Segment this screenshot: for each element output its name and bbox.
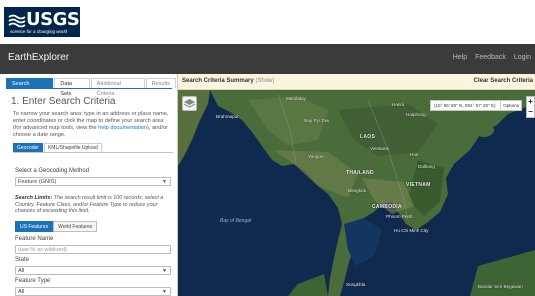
intro-text: To narrow your search area: type in an a… xyxy=(13,111,173,139)
map-view[interactable]: Mandalay Hanoi Haiphong Nay Pyi Taw Brah… xyxy=(178,90,535,296)
chevron-down-icon: ▼ xyxy=(162,179,167,185)
feature-scope-buttons: US Features World Features xyxy=(15,221,98,232)
feedback-link[interactable]: Feedback xyxy=(475,54,506,61)
zoom-control: + − xyxy=(526,96,535,118)
map-label-phnom-penh: Phnom Penh xyxy=(386,214,413,219)
map-label-brahmapur: Brahmapur xyxy=(216,114,239,119)
map-imagery[interactable] xyxy=(178,90,535,296)
coordinates-value: (15° 55' 80" N, 091° 57' 20" E) xyxy=(434,103,496,108)
feature-type-label: Feature Type xyxy=(15,278,51,284)
help-documentation-link[interactable]: help documentation xyxy=(98,125,147,131)
usgs-wave-icon xyxy=(8,14,26,28)
tab-underline xyxy=(6,88,172,89)
map-label-hue: Hue xyxy=(410,152,419,157)
map-options-button[interactable]: Options xyxy=(500,101,519,111)
map-label-dalkang: Dalkang xyxy=(418,164,435,169)
map-label-vientiane: Vientiane xyxy=(370,146,390,151)
geocoding-method-label: Select a Geocoding Method xyxy=(15,168,90,174)
map-label-hanoi: Hanoi xyxy=(392,102,405,107)
search-panel: Search Criteria Data Sets Additional Cri… xyxy=(0,74,178,296)
state-select[interactable]: All ▼ xyxy=(15,266,171,275)
top-links: Help Feedback Login xyxy=(453,54,531,61)
login-link[interactable]: Login xyxy=(514,54,531,61)
usgs-name: USGS xyxy=(26,9,80,30)
usgs-logo[interactable]: USGS science for a changing world xyxy=(4,7,80,37)
tab-data-sets[interactable]: Data Sets xyxy=(54,78,90,97)
map-label-yangon: Yangon xyxy=(308,154,324,159)
map-label-ho-chi-minh-city: Ho Chi Minh City xyxy=(394,228,429,233)
search-limits: Search Limits: The search result limit i… xyxy=(15,195,173,215)
map-label-bandar-seri-begawan: Bandar Seri Begawan xyxy=(478,284,523,289)
map-label-haiphong: Haiphong xyxy=(406,112,426,117)
summary-show-link[interactable]: (Show) xyxy=(255,78,274,84)
feature-name-input[interactable]: (use % as wildcard) xyxy=(15,245,171,254)
coordinates-readout: (15° 55' 80" N, 091° 57' 20" E) Options xyxy=(430,100,522,111)
world-features-button[interactable]: World Features xyxy=(53,221,98,232)
map-label-laos: LAOS xyxy=(360,134,376,140)
tab-geocoder[interactable]: Geocoder xyxy=(13,143,43,152)
layers-icon xyxy=(183,99,196,108)
geocoder-tabs: Geocoder KML/Shapefile Upload xyxy=(13,143,103,152)
map-label-mandalay: Mandalay xyxy=(286,96,306,101)
step-title: 1. Enter Search Criteria xyxy=(11,96,116,107)
tab-results[interactable]: Results xyxy=(145,78,176,88)
clear-search-criteria-button[interactable]: Clear Search Criteria xyxy=(474,78,533,84)
summary-title-text: Search Criteria Summary xyxy=(182,78,254,84)
map-label-songkhla: Songkhla xyxy=(346,282,366,287)
app-bar: EarthExplorer Help Feedback Login xyxy=(0,44,535,74)
usgs-tagline: science for a changing world xyxy=(10,29,68,34)
help-link[interactable]: Help xyxy=(453,54,467,61)
feature-type-value: All xyxy=(18,289,25,295)
zoom-in-button[interactable]: + xyxy=(527,97,534,107)
map-label-bangkok: Bangkok xyxy=(348,188,366,193)
chevron-down-icon: ▼ xyxy=(162,268,167,274)
state-value: All xyxy=(18,268,25,274)
layers-button[interactable] xyxy=(182,96,197,111)
chevron-down-icon: ▼ xyxy=(162,289,167,295)
feature-type-select[interactable]: All ▼ xyxy=(15,287,171,296)
map-label-nay-pyi-taw: Nay Pyi Taw xyxy=(304,118,330,123)
geocoding-method-value: Feature (GNIS) xyxy=(18,179,57,185)
map-label-vietnam: VIETNAM xyxy=(406,182,431,188)
zoom-out-button[interactable]: − xyxy=(527,107,534,117)
geocoding-method-select[interactable]: Feature (GNIS) ▼ xyxy=(15,177,171,186)
tab-search-criteria[interactable]: Search Criteria xyxy=(6,78,54,97)
tab-kml-upload[interactable]: KML/Shapefile Upload xyxy=(43,143,102,152)
us-features-button[interactable]: US Features xyxy=(15,221,54,232)
feature-name-label: Feature Name xyxy=(15,236,54,242)
search-limits-title: Search Limits: xyxy=(15,195,53,201)
subtab-underline xyxy=(13,152,173,153)
map-label-cambodia: CAMBODIA xyxy=(372,204,402,210)
map-label-thailand: THAILAND xyxy=(346,170,374,176)
map-label-bay-of-bengal: Bay of Bengal xyxy=(220,218,252,224)
search-tabs: Search Criteria Data Sets Additional Cri… xyxy=(6,78,177,97)
tab-additional-criteria[interactable]: Additional Criteria xyxy=(90,78,145,97)
usgs-header: USGS science for a changing world xyxy=(0,0,535,44)
summary-title: Search Criteria Summary (Show) xyxy=(182,78,274,84)
state-label: State xyxy=(15,257,30,263)
search-summary-bar: Search Criteria Summary (Show) Clear Sea… xyxy=(178,74,535,90)
app-title[interactable]: EarthExplorer xyxy=(8,52,69,63)
